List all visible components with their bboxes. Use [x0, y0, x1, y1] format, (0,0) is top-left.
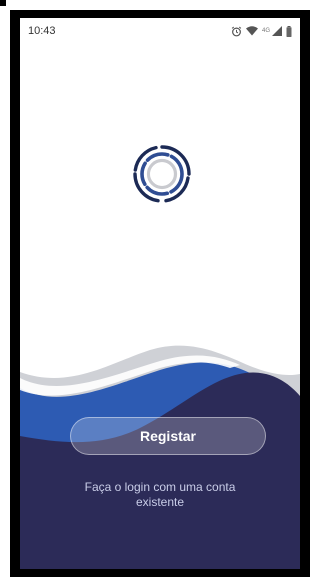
login-existing-account-link[interactable]: Faça o login com uma conta existente: [60, 480, 260, 510]
device-frame: 10:43 4G Registar Faça o login com uma c…: [10, 10, 310, 577]
register-button[interactable]: Registar: [70, 417, 266, 455]
screen-corner: [0, 0, 6, 6]
app-screen: 10:43 4G Registar Faça o login com uma c…: [20, 18, 300, 569]
